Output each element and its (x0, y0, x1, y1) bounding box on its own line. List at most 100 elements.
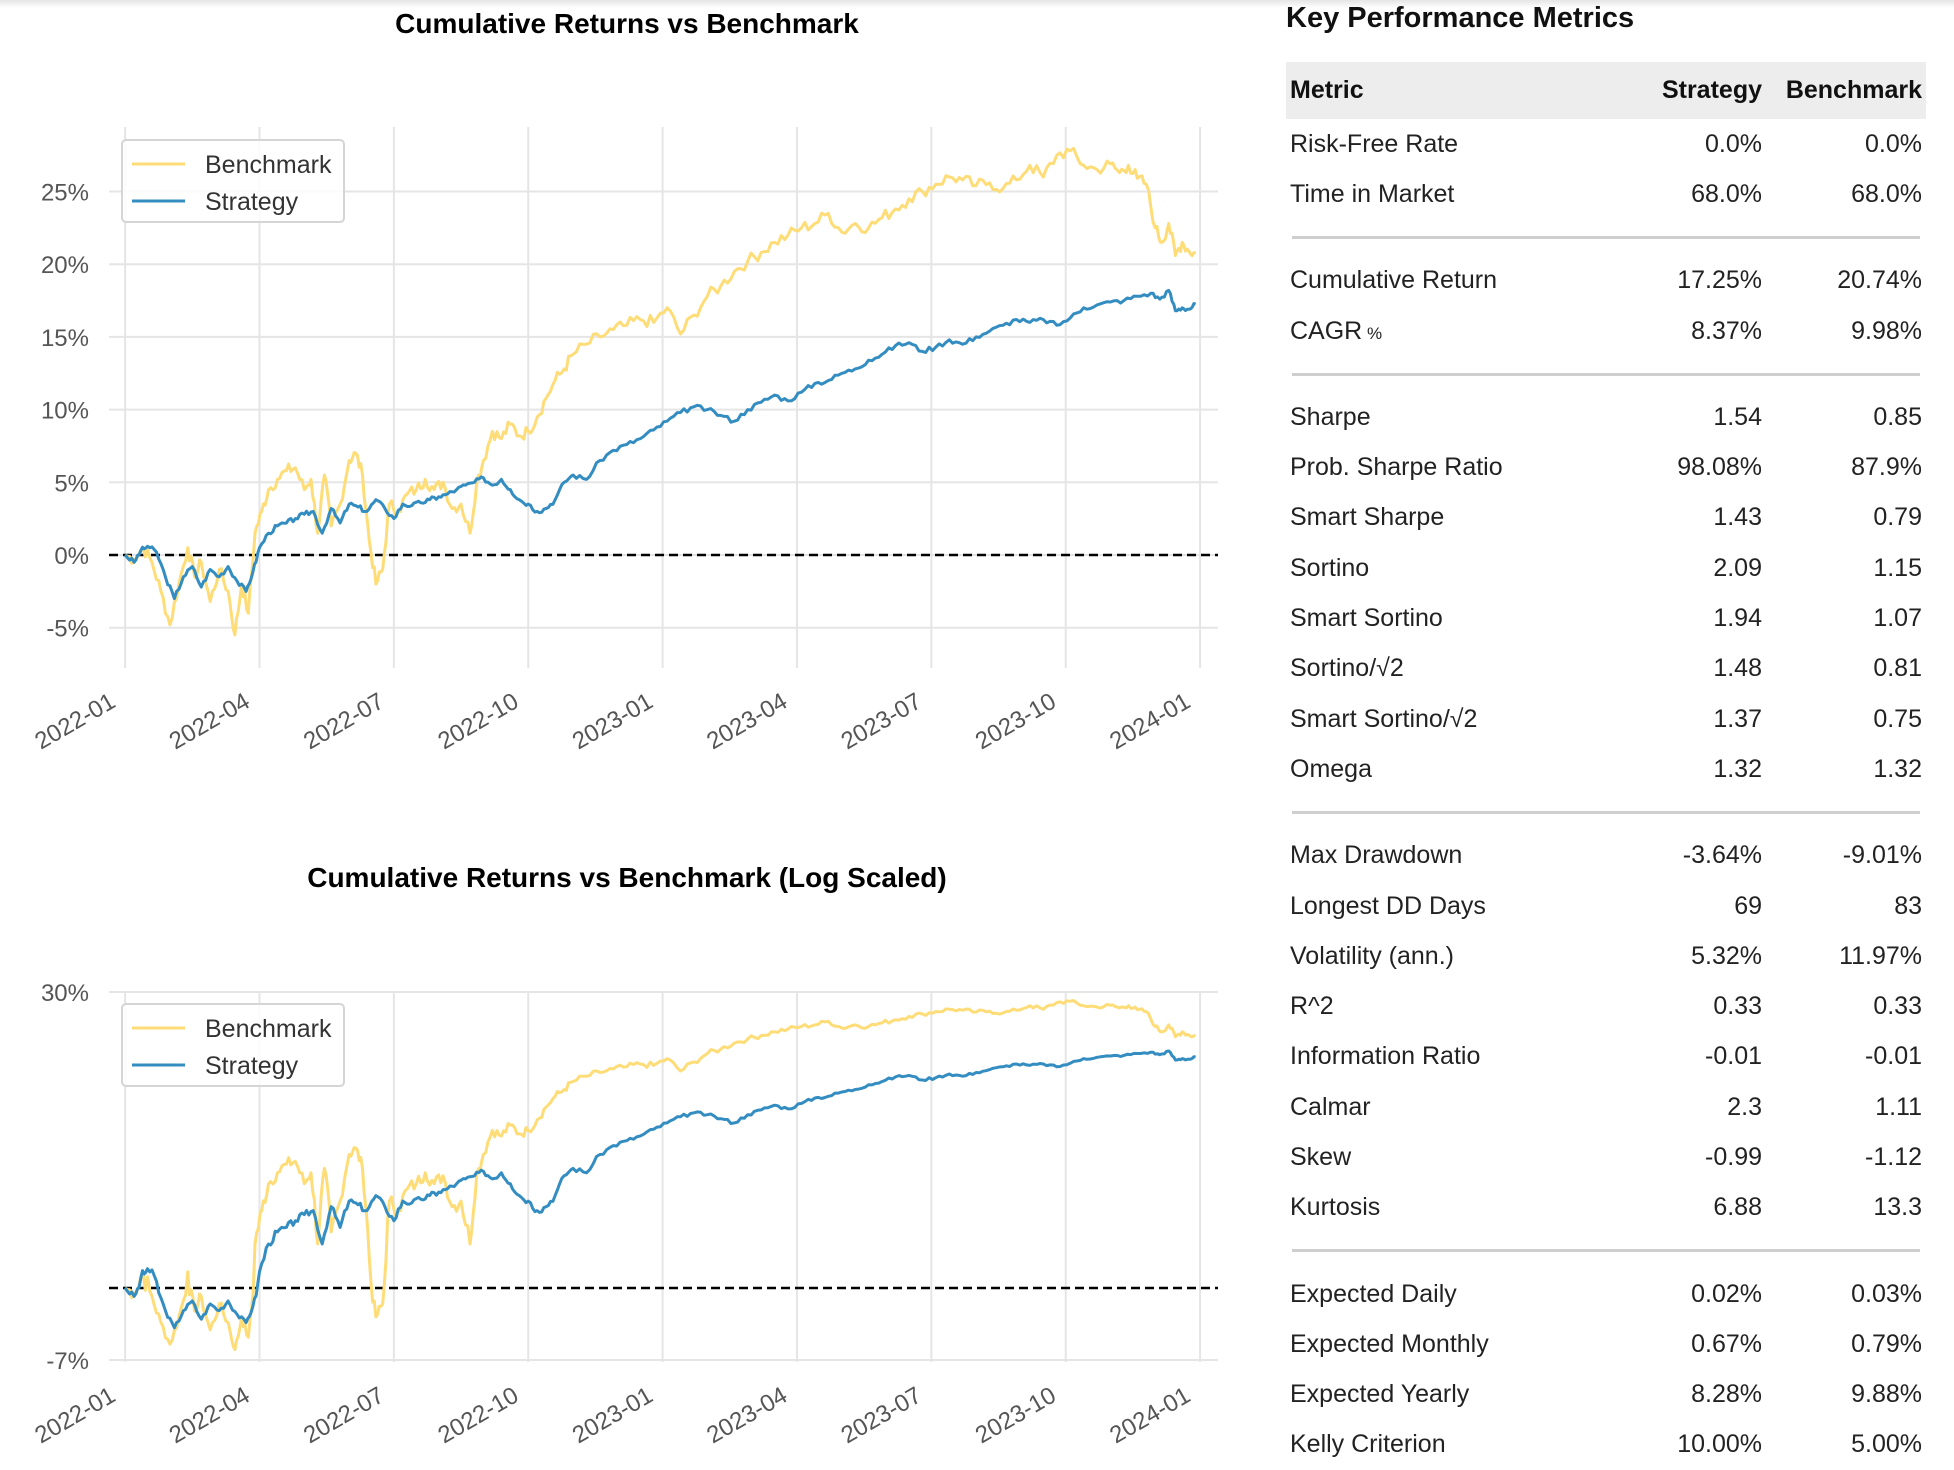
strategy-value-text: 17.25% (1677, 266, 1762, 295)
metric-row: Expected Yearly 8.28% 9.88% (1286, 1370, 1926, 1420)
strategy-value: 1.48 (1626, 644, 1766, 694)
metric-name-text: Expected Monthly (1290, 1329, 1489, 1358)
metric-name: R^2 (1286, 981, 1626, 1031)
strategy-value: 1.94 (1626, 593, 1766, 643)
benchmark-value-text: 20.74% (1837, 266, 1922, 295)
strategy-value: 0.33 (1626, 981, 1766, 1031)
metric-row: Omega 1.32 1.32 (1286, 744, 1926, 794)
strategy-value: 6.88 (1626, 1183, 1766, 1233)
strategy-value: 1.37 (1626, 694, 1766, 744)
metric-name: Cumulative Return (1286, 256, 1626, 306)
metric-name: Sortino (1286, 543, 1626, 593)
cumulative-returns-log-chart: 2022-01 2022-04 2022-07 2022-10 2023-01 2023-… (30, 980, 1218, 1444)
metric-name-text: Kurtosis (1290, 1193, 1381, 1222)
metric-row: Expected Monthly 0.67% 0.79% (1286, 1319, 1926, 1369)
strategy-value-text: -0.99 (1705, 1142, 1762, 1171)
metric-name-text: Sharpe (1290, 402, 1371, 431)
metric-row: Risk-Free Rate 0.0% 0.0% (1286, 119, 1926, 169)
benchmark-value-text: 0.0% (1865, 129, 1922, 158)
separator-cell (1286, 1233, 1926, 1269)
legend: Benchmark Strategy (121, 1003, 345, 1087)
separator-line (1292, 236, 1920, 240)
benchmark-value: 1.15 (1766, 543, 1926, 593)
benchmark-value-text: -1.12 (1865, 1142, 1922, 1171)
x-tick-label: 2023-01 (568, 1382, 658, 1444)
benchmark-value: -9.01% (1766, 831, 1926, 881)
strategy-value: 0.0% (1626, 119, 1766, 169)
metric-name-text: Volatility (ann.) (1290, 941, 1454, 970)
metrics-title: Key Performance Metrics (1286, 2, 1635, 34)
metric-row: Kurtosis 6.88 13.3 (1286, 1183, 1926, 1233)
metric-row: Information Ratio -0.01 -0.01 (1286, 1032, 1926, 1082)
metric-name: Longest DD Days (1286, 881, 1626, 931)
x-tick-label: 2022-07 (299, 1382, 389, 1444)
strategy-value-text: 69 (1734, 891, 1762, 920)
benchmark-value: -1.12 (1766, 1132, 1926, 1182)
benchmark-value-text: 0.79 (1873, 503, 1922, 532)
strategy-value-text: 0.0% (1705, 129, 1762, 158)
benchmark-value-text: 1.15 (1873, 553, 1922, 582)
metric-name: Expected Daily (1286, 1269, 1626, 1319)
metric-name: Expected Yearly (1286, 1370, 1626, 1420)
separator-line (1292, 1249, 1920, 1253)
strategy-value-text: 0.33 (1713, 992, 1762, 1021)
benchmark-value-text: 1.32 (1873, 754, 1922, 783)
benchmark-value: 9.98% (1766, 306, 1926, 356)
benchmark-value-text: 13.3 (1873, 1193, 1922, 1222)
benchmark-value: 13.3 (1766, 1183, 1926, 1233)
benchmark-value-text: -9.01% (1842, 841, 1922, 870)
benchmark-value: 68.0% (1766, 169, 1926, 219)
benchmark-value-text: 0.75 (1873, 704, 1922, 733)
metric-name-text: R^2 (1290, 992, 1334, 1021)
metric-name-text: Sortino (1290, 553, 1370, 582)
benchmark-value: 0.33 (1766, 981, 1926, 1031)
metric-name: Sharpe (1286, 392, 1626, 442)
metric-name: Information Ratio (1286, 1032, 1626, 1082)
benchmark-value: 20.74% (1766, 256, 1926, 306)
metric-name-text: Smart Sortino (1290, 604, 1443, 633)
metric-row: Calmar 2.3 1.11 (1286, 1082, 1926, 1132)
benchmark-value-text: 87.9% (1851, 453, 1922, 482)
strategy-value: 1.32 (1626, 744, 1766, 794)
benchmark-value-text: 83 (1894, 891, 1922, 920)
benchmark-value: 11.97% (1766, 931, 1926, 981)
benchmark-value: 0.85 (1766, 392, 1926, 442)
benchmark-value: 0.03% (1766, 1269, 1926, 1319)
metric-name-text: CAGR (1290, 316, 1363, 345)
x-tick-label: 2023-10 (971, 1382, 1061, 1444)
metric-name-text: Smart Sharpe (1290, 503, 1445, 532)
separator-cell (1286, 795, 1926, 831)
metric-unit-suffix: % (1362, 323, 1383, 343)
metric-name-text: Prob. Sharpe Ratio (1290, 453, 1503, 482)
metric-name-text: Information Ratio (1290, 1042, 1481, 1071)
strategy-value-text: 1.43 (1713, 503, 1762, 532)
strategy-value-text: 68.0% (1691, 179, 1762, 208)
metric-row: Sortino 2.09 1.15 (1286, 543, 1926, 593)
metric-name: Kurtosis (1286, 1183, 1626, 1233)
metric-row: CAGR % 8.37% 9.98% (1286, 306, 1926, 356)
separator-cell (1286, 220, 1926, 256)
metric-row: Sharpe 1.54 0.85 (1286, 392, 1926, 442)
metric-row: R^2 0.33 0.33 (1286, 981, 1926, 1031)
metric-name-text: Cumulative Return (1290, 266, 1498, 295)
metric-name-text: Skew (1290, 1142, 1352, 1171)
benchmark-value: 1.11 (1766, 1082, 1926, 1132)
group-separator (1286, 220, 1926, 256)
strategy-value-text: 0.02% (1691, 1279, 1762, 1308)
x-tick-label: 2022-10 (433, 1382, 523, 1444)
benchmark-value-text: 9.88% (1851, 1380, 1922, 1409)
group-separator (1286, 1233, 1926, 1269)
benchmark-value: 83 (1766, 881, 1926, 931)
benchmark-value: 0.81 (1766, 644, 1926, 694)
metric-row: Longest DD Days 69 83 (1286, 881, 1926, 931)
separator-line (1292, 811, 1920, 815)
benchmark-value-text: 0.79% (1851, 1329, 1922, 1358)
strategy-value-text: 2.09 (1713, 553, 1762, 582)
legend-label-strategy: Strategy (205, 1052, 299, 1080)
metric-row: Max Drawdown -3.64% -9.01% (1286, 831, 1926, 881)
metric-name-text: Calmar (1290, 1092, 1371, 1121)
column-header-strategy: Strategy (1626, 62, 1766, 119)
group-separator (1286, 795, 1926, 831)
metric-name: Smart Sortino/√2 (1286, 694, 1626, 744)
metric-name: Expected Monthly (1286, 1319, 1626, 1369)
